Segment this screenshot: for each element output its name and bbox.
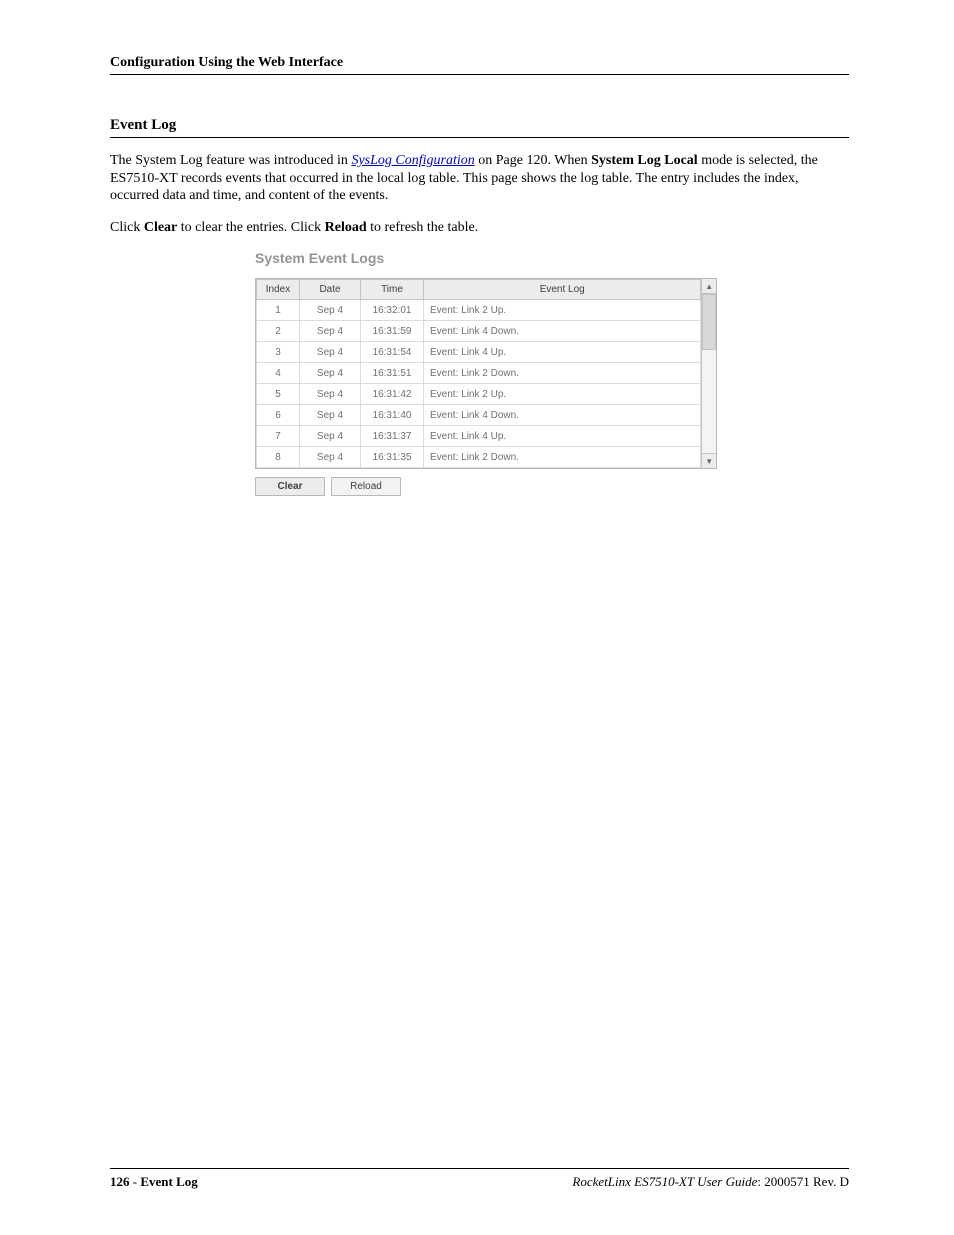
text-bold: Clear <box>144 220 177 235</box>
cell-date: Sep 4 <box>300 321 361 342</box>
cell-event: Event: Link 2 Down. <box>424 363 701 384</box>
cell-time: 16:31:54 <box>361 342 424 363</box>
cell-time: 16:31:42 <box>361 384 424 405</box>
cell-event: Event: Link 4 Down. <box>424 321 701 342</box>
cell-event: Event: Link 2 Up. <box>424 300 701 321</box>
text: The System Log feature was introduced in <box>110 153 351 168</box>
table-scrollbar[interactable]: ▲ ▼ <box>701 279 716 468</box>
table-row: 5Sep 416:31:42Event: Link 2 Up. <box>257 384 701 405</box>
cell-index: 1 <box>257 300 300 321</box>
col-index: Index <box>257 280 300 300</box>
cell-index: 2 <box>257 321 300 342</box>
scroll-track[interactable] <box>702 294 716 453</box>
cell-date: Sep 4 <box>300 384 361 405</box>
scroll-thumb[interactable] <box>702 294 716 350</box>
cell-event: Event: Link 2 Up. <box>424 384 701 405</box>
cell-date: Sep 4 <box>300 342 361 363</box>
reload-button[interactable]: Reload <box>331 477 401 496</box>
paragraph-1: The System Log feature was introduced in… <box>110 152 849 205</box>
text-bold: System Log Local <box>591 153 698 168</box>
cell-index: 6 <box>257 405 300 426</box>
text: Click <box>110 220 144 235</box>
clear-button[interactable]: Clear <box>255 477 325 496</box>
cell-event: Event: Link 2 Down. <box>424 447 701 468</box>
event-log-panel: Index Date Time Event Log 1Sep 416:32:01… <box>255 278 717 469</box>
cell-index: 4 <box>257 363 300 384</box>
footer-sep: - <box>130 1174 141 1189</box>
cell-time: 16:32:01 <box>361 300 424 321</box>
table-row: 8Sep 416:31:35Event: Link 2 Down. <box>257 447 701 468</box>
cell-time: 16:31:59 <box>361 321 424 342</box>
cell-index: 7 <box>257 426 300 447</box>
scroll-up-icon[interactable]: ▲ <box>702 279 716 294</box>
table-row: 6Sep 416:31:40Event: Link 4 Down. <box>257 405 701 426</box>
section-title: Event Log <box>110 117 849 138</box>
system-event-logs-figure: System Event Logs Index Date Time Event … <box>255 250 849 496</box>
table-row: 2Sep 416:31:59Event: Link 4 Down. <box>257 321 701 342</box>
col-date: Date <box>300 280 361 300</box>
text-bold: Reload <box>325 220 367 235</box>
cell-time: 16:31:35 <box>361 447 424 468</box>
cell-time: 16:31:40 <box>361 405 424 426</box>
cell-time: 16:31:51 <box>361 363 424 384</box>
cell-index: 5 <box>257 384 300 405</box>
table-row: 1Sep 416:32:01Event: Link 2 Up. <box>257 300 701 321</box>
footer-rev: : 2000571 Rev. D <box>757 1174 849 1189</box>
cell-date: Sep 4 <box>300 447 361 468</box>
scroll-down-icon[interactable]: ▼ <box>702 453 716 468</box>
figure-title: System Event Logs <box>255 250 849 266</box>
cell-index: 8 <box>257 447 300 468</box>
text: to refresh the table. <box>367 220 479 235</box>
table-row: 7Sep 416:31:37Event: Link 4 Up. <box>257 426 701 447</box>
page-footer: 126 - Event Log RocketLinx ES7510-XT Use… <box>110 1168 849 1190</box>
col-time: Time <box>361 280 424 300</box>
text: to clear the entries. Click <box>177 220 324 235</box>
cell-date: Sep 4 <box>300 405 361 426</box>
cell-date: Sep 4 <box>300 363 361 384</box>
cell-event: Event: Link 4 Up. <box>424 342 701 363</box>
footer-product: RocketLinx ES7510-XT User Guide <box>572 1174 757 1189</box>
cell-event: Event: Link 4 Down. <box>424 405 701 426</box>
footer-page-number: 126 <box>110 1174 130 1189</box>
cell-time: 16:31:37 <box>361 426 424 447</box>
text: on Page 120. When <box>475 153 591 168</box>
table-row: 3Sep 416:31:54Event: Link 4 Up. <box>257 342 701 363</box>
running-header: Configuration Using the Web Interface <box>110 55 849 75</box>
syslog-configuration-link[interactable]: SysLog Configuration <box>351 153 474 168</box>
footer-page-name: Event Log <box>140 1174 197 1189</box>
col-eventlog: Event Log <box>424 280 701 300</box>
cell-index: 3 <box>257 342 300 363</box>
table-row: 4Sep 416:31:51Event: Link 2 Down. <box>257 363 701 384</box>
event-log-table: Index Date Time Event Log 1Sep 416:32:01… <box>256 279 701 468</box>
cell-event: Event: Link 4 Up. <box>424 426 701 447</box>
cell-date: Sep 4 <box>300 300 361 321</box>
cell-date: Sep 4 <box>300 426 361 447</box>
paragraph-2: Click Clear to clear the entries. Click … <box>110 219 849 237</box>
